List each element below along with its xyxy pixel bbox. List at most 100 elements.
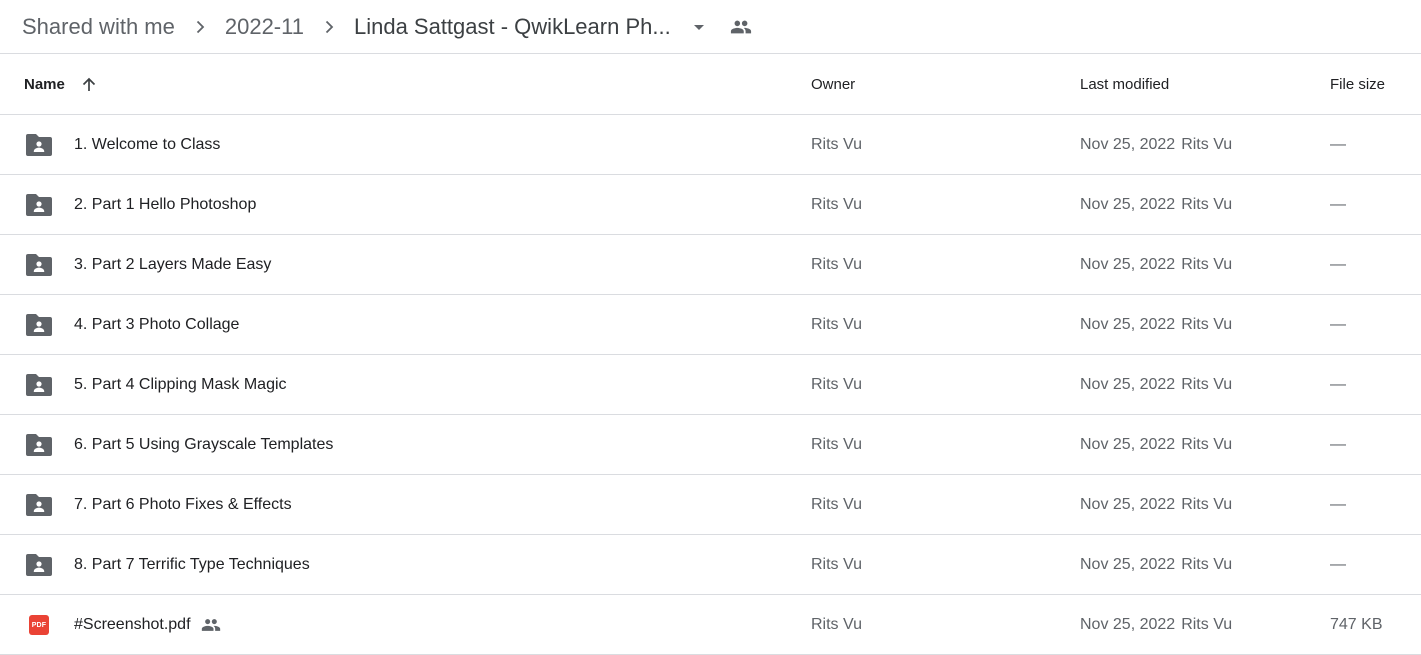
- row-owner: Rits Vu: [811, 315, 862, 333]
- row-file-size: —: [1330, 495, 1346, 513]
- row-modified-date: Nov 25, 2022: [1080, 315, 1176, 333]
- row-name[interactable]: #Screenshot.pdf: [74, 615, 221, 635]
- row-modified-date: Nov 25, 2022: [1080, 495, 1176, 513]
- row-last-modified: Nov 25, 2022 Rits Vu: [1080, 376, 1232, 394]
- row-owner: Rits Vu: [811, 555, 862, 573]
- row-name-text: 6. Part 5 Using Grayscale Templates: [74, 435, 334, 453]
- row-modified-by: Rits Vu: [1181, 255, 1233, 273]
- row-last-modified: Nov 25, 2022 Rits Vu: [1080, 616, 1232, 634]
- row-modified-by: Rits Vu: [1181, 555, 1233, 573]
- row-last-modified: Nov 25, 2022 Rits Vu: [1080, 556, 1232, 574]
- row-file-size: 747 KB: [1330, 615, 1383, 633]
- row-modified-date: Nov 25, 2022: [1080, 135, 1176, 153]
- row-modified-date: Nov 25, 2022: [1080, 255, 1176, 273]
- row-owner: Rits Vu: [811, 135, 862, 153]
- row-name[interactable]: 1. Welcome to Class: [74, 136, 220, 154]
- row-last-modified: Nov 25, 2022 Rits Vu: [1080, 436, 1232, 454]
- row-owner: Rits Vu: [811, 255, 862, 273]
- breadcrumb-shared-with-me[interactable]: Shared with me: [22, 14, 175, 40]
- table-row[interactable]: 8. Part 7 Terrific Type Techniques Rits V…: [0, 535, 1421, 595]
- file-list: Name Owner Last modified File size 1. We…: [0, 55, 1421, 655]
- people-icon: [729, 15, 753, 39]
- row-modified-by: Rits Vu: [1181, 495, 1233, 513]
- row-file-size: —: [1330, 135, 1346, 153]
- row-name-text: 3. Part 2 Layers Made Easy: [74, 255, 272, 273]
- row-name[interactable]: 5. Part 4 Clipping Mask Magic: [74, 376, 287, 394]
- breadcrumb-current-folder[interactable]: Linda Sattgast - QwikLearn Ph...: [354, 14, 671, 40]
- row-name[interactable]: 2. Part 1 Hello Photoshop: [74, 196, 256, 214]
- column-header-name-label: Name: [24, 76, 65, 93]
- column-header-name[interactable]: Name: [24, 76, 97, 93]
- row-name-text: 4. Part 3 Photo Collage: [74, 315, 240, 333]
- row-file-size: —: [1330, 195, 1346, 213]
- shared-folder-icon: [26, 313, 52, 337]
- table-header: Name Owner Last modified File size: [0, 55, 1421, 115]
- row-name[interactable]: 8. Part 7 Terrific Type Techniques: [74, 556, 310, 574]
- table-row[interactable]: 5. Part 4 Clipping Mask Magic Rits Vu Nov …: [0, 355, 1421, 415]
- row-owner: Rits Vu: [811, 615, 862, 633]
- table-row[interactable]: 3. Part 2 Layers Made Easy Rits Vu Nov 25,…: [0, 235, 1421, 295]
- row-owner: Rits Vu: [811, 375, 862, 393]
- row-name[interactable]: 4. Part 3 Photo Collage: [74, 316, 239, 334]
- shared-folder-icon: [26, 253, 52, 277]
- row-file-size: —: [1330, 435, 1346, 453]
- row-name[interactable]: 6. Part 5 Using Grayscale Templates: [74, 436, 333, 454]
- chevron-right-icon: [304, 20, 354, 34]
- row-modified-by: Rits Vu: [1181, 135, 1233, 153]
- row-modified-by: Rits Vu: [1181, 315, 1233, 333]
- row-name-text: 5. Part 4 Clipping Mask Magic: [74, 375, 287, 393]
- row-last-modified: Nov 25, 2022 Rits Vu: [1080, 496, 1232, 514]
- pdf-badge-label: PDF: [29, 615, 49, 635]
- row-name-text: 2. Part 1 Hello Photoshop: [74, 195, 257, 213]
- table-row[interactable]: 1. Welcome to Class Rits Vu Nov 25, 2022 Ri…: [0, 115, 1421, 175]
- row-name[interactable]: 7. Part 6 Photo Fixes & Effects: [74, 496, 292, 514]
- row-last-modified: Nov 25, 2022 Rits Vu: [1080, 316, 1232, 334]
- row-owner: Rits Vu: [811, 495, 862, 513]
- row-owner: Rits Vu: [811, 195, 862, 213]
- people-icon: [201, 615, 221, 635]
- shared-folder-icon: [26, 493, 52, 517]
- arrow-drop-down-icon[interactable]: [691, 19, 707, 35]
- table-row[interactable]: 4. Part 3 Photo Collage Rits Vu Nov 25, 20…: [0, 295, 1421, 355]
- column-header-last-modified[interactable]: Last modified: [1080, 76, 1169, 93]
- shared-folder-icon: [26, 553, 52, 577]
- row-last-modified: Nov 25, 2022 Rits Vu: [1080, 256, 1232, 274]
- row-file-size: —: [1330, 555, 1346, 573]
- row-last-modified: Nov 25, 2022 Rits Vu: [1080, 136, 1232, 154]
- arrow-up-icon[interactable]: [81, 77, 97, 93]
- table-row[interactable]: 7. Part 6 Photo Fixes & Effects Rits Vu No…: [0, 475, 1421, 535]
- row-name-text: 7. Part 6 Photo Fixes & Effects: [74, 495, 292, 513]
- row-file-size: —: [1330, 375, 1346, 393]
- chevron-right-icon: [175, 20, 225, 34]
- row-file-size: —: [1330, 255, 1346, 273]
- row-last-modified: Nov 25, 2022 Rits Vu: [1080, 196, 1232, 214]
- row-owner: Rits Vu: [811, 435, 862, 453]
- row-modified-date: Nov 25, 2022: [1080, 555, 1176, 573]
- shared-folder-icon: [26, 133, 52, 157]
- row-modified-by: Rits Vu: [1181, 195, 1233, 213]
- row-file-size: —: [1330, 315, 1346, 333]
- row-name[interactable]: 3. Part 2 Layers Made Easy: [74, 256, 271, 274]
- file-rows: 1. Welcome to Class Rits Vu Nov 25, 2022 Ri…: [0, 115, 1421, 655]
- row-modified-date: Nov 25, 2022: [1080, 615, 1176, 633]
- column-header-owner[interactable]: Owner: [811, 76, 855, 93]
- row-modified-date: Nov 25, 2022: [1080, 195, 1176, 213]
- row-name-text: 8. Part 7 Terrific Type Techniques: [74, 555, 310, 573]
- breadcrumb: Shared with me 2022-11 Linda Sattgast - …: [0, 0, 1421, 54]
- shared-folder-icon: [26, 433, 52, 457]
- breadcrumb-2022-11[interactable]: 2022-11: [225, 14, 304, 40]
- table-row[interactable]: 2. Part 1 Hello Photoshop Rits Vu Nov 25, …: [0, 175, 1421, 235]
- column-header-file-size[interactable]: File size: [1330, 76, 1385, 93]
- row-modified-by: Rits Vu: [1181, 615, 1233, 633]
- pdf-icon: PDF: [26, 613, 52, 637]
- row-name-text: 1. Welcome to Class: [74, 135, 221, 153]
- row-modified-by: Rits Vu: [1181, 435, 1233, 453]
- row-modified-date: Nov 25, 2022: [1080, 435, 1176, 453]
- row-modified-by: Rits Vu: [1181, 375, 1233, 393]
- table-row[interactable]: PDF #Screenshot.pdf Rits Vu Nov 25, 2022 Ri…: [0, 595, 1421, 655]
- shared-folder-icon: [26, 373, 52, 397]
- row-modified-date: Nov 25, 2022: [1080, 375, 1176, 393]
- table-row[interactable]: 6. Part 5 Using Grayscale Templates Rits …: [0, 415, 1421, 475]
- shared-folder-icon: [26, 193, 52, 217]
- row-name-text: #Screenshot.pdf: [74, 615, 191, 633]
